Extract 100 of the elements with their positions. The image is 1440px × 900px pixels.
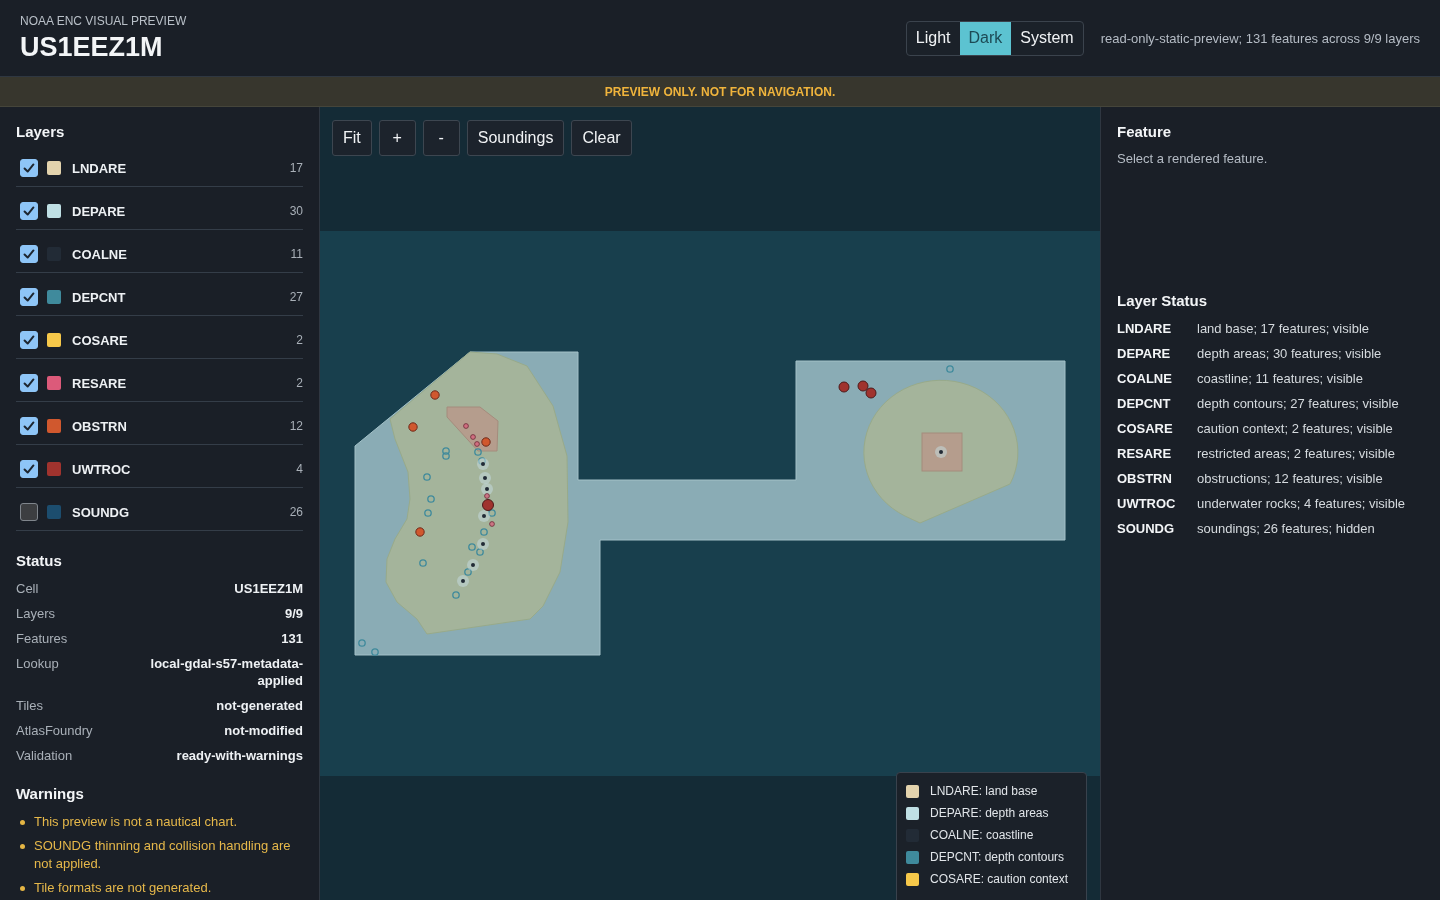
legend-label: DEPCNT: depth contours: [930, 850, 1065, 864]
rock-dot-icon[interactable]: [857, 380, 869, 392]
layer-code: LNDARE: [1117, 320, 1173, 338]
zoom-in-button[interactable]: +: [378, 120, 416, 156]
status-value: 131: [281, 630, 303, 647]
layer-checkbox[interactable]: [20, 245, 38, 263]
obstruction-dot-icon[interactable]: [430, 390, 440, 400]
layer-count: 11: [290, 247, 303, 261]
layer-count: 17: [289, 161, 303, 175]
layer-count: 30: [289, 204, 303, 218]
layer-checkbox[interactable]: [20, 460, 38, 478]
halo-dot-icon[interactable]: [481, 483, 493, 495]
layer-code: UWTROC: [1117, 495, 1177, 513]
status-label: Cell: [16, 580, 39, 597]
point-icon[interactable]: [474, 441, 480, 447]
layer-status-text: coastline; 11 features; visible: [1197, 370, 1363, 388]
layer-code: RESARE: [1117, 445, 1173, 463]
theme-tab[interactable]: Dark: [959, 21, 1012, 55]
status-value: not-generated: [216, 697, 303, 714]
zoom-out-button[interactable]: -: [422, 120, 460, 156]
fit-button[interactable]: Fit: [332, 120, 372, 156]
clear-button[interactable]: Clear: [571, 120, 632, 156]
feature-hint: Select a rendered feature.: [1117, 150, 1269, 167]
layer-name: DEPARE: [72, 203, 126, 219]
warning-text: This preview is not a nautical chart.: [34, 813, 238, 831]
layer-status-text: land base; 17 features; visible: [1197, 320, 1369, 338]
layer-checkbox[interactable]: [20, 288, 38, 306]
point-icon[interactable]: [463, 423, 469, 429]
bullet-icon: [20, 820, 25, 825]
point-icon[interactable]: [489, 521, 495, 527]
status-label: Validation: [16, 747, 73, 764]
status-value: local-gdal-s57-metadata-applied: [149, 655, 303, 689]
panel-heading: Feature: [1117, 123, 1173, 141]
ring-icon[interactable]: [488, 509, 496, 517]
legend-label: DEPARE: depth areas: [930, 806, 1049, 820]
layer-name: LNDARE: [72, 160, 127, 176]
point-icon[interactable]: [470, 434, 476, 440]
halo-dot-icon[interactable]: [479, 472, 491, 484]
panel-heading: Warnings: [16, 785, 85, 803]
legend-label: COALNE: coastline: [930, 828, 1034, 842]
theme-tab[interactable]: Light: [906, 21, 960, 55]
layer-count: 27: [289, 290, 303, 304]
warning-text: SOUNDG thinning and collision handling are not applied.: [34, 837, 292, 873]
legend-label: COSARE: caution context: [930, 872, 1069, 886]
rock-dot-icon[interactable]: [838, 381, 850, 393]
layer-code: DEPARE: [1117, 345, 1172, 363]
preview-summary: read-only-static-preview; 131 features across 9/9 layers: [1100, 30, 1420, 46]
obstruction-dot-icon[interactable]: [481, 437, 491, 447]
layer-status-text: depth areas; 30 features; visible: [1197, 345, 1382, 363]
status-value: US1EEZ1M: [234, 580, 303, 597]
soundings-button[interactable]: Soundings: [466, 120, 565, 156]
theme-tab[interactable]: System: [1011, 21, 1083, 55]
layer-status-text: depth contours; 27 features; visible: [1197, 395, 1399, 413]
panel-heading: Layer Status: [1117, 292, 1209, 310]
restricted-area[interactable]: [446, 406, 499, 452]
rock-dot-icon[interactable]: [865, 387, 877, 399]
layer-status-text: soundings; 26 features; hidden: [1197, 520, 1375, 538]
preview-banner: PREVIEW ONLY. NOT FOR NAVIGATION.: [0, 77, 1440, 107]
layer-code: OBSTRN: [1117, 470, 1173, 488]
layer-status-text: restricted areas; 2 features; visible: [1197, 445, 1395, 463]
legend-label: LNDARE: land base: [930, 784, 1038, 798]
status-label: Tiles: [16, 697, 43, 714]
layer-status-text: caution context; 2 features; visible: [1197, 420, 1393, 438]
layer-count: 4: [296, 462, 303, 476]
bullet-icon: [20, 886, 25, 891]
layer-name: OBSTRN: [72, 418, 127, 434]
status-label: Features: [16, 630, 68, 647]
layer-checkbox[interactable]: [20, 503, 38, 521]
layer-checkbox[interactable]: [20, 417, 38, 435]
layer-count: 2: [296, 333, 303, 347]
layer-name: SOUNDG: [72, 504, 130, 520]
status-label: Layers: [16, 605, 56, 622]
layer-count: 26: [289, 505, 303, 519]
point-icon[interactable]: [484, 493, 490, 499]
halo-dot-icon[interactable]: [935, 446, 947, 458]
status-value: ready-with-warnings: [176, 747, 303, 764]
layer-checkbox[interactable]: [20, 331, 38, 349]
layer-checkbox[interactable]: [20, 374, 38, 392]
layer-code: COALNE: [1117, 370, 1173, 388]
halo-dot-icon[interactable]: [478, 510, 490, 522]
layer-status-text: obstructions; 12 features; visible: [1197, 470, 1383, 488]
halo-dot-icon[interactable]: [457, 575, 469, 587]
status-label: AtlasFoundry: [16, 722, 93, 739]
layer-code: DEPCNT: [1117, 395, 1172, 413]
obstruction-dot-icon[interactable]: [415, 527, 425, 537]
warning-text: Tile formats are not generated.: [34, 879, 212, 897]
layer-code: COSARE: [1117, 420, 1174, 438]
obstruction-dot-icon[interactable]: [408, 422, 418, 432]
layer-checkbox[interactable]: [20, 202, 38, 220]
land-area[interactable]: [385, 351, 569, 635]
halo-dot-icon[interactable]: [477, 458, 489, 470]
halo-dot-icon[interactable]: [477, 538, 489, 550]
status-value: not-modified: [224, 722, 303, 739]
layer-status-text: underwater rocks; 4 features; visible: [1197, 495, 1406, 513]
halo-dot-icon[interactable]: [467, 559, 479, 571]
panel-heading: Status: [16, 552, 63, 570]
rock-dot-icon[interactable]: [482, 499, 494, 511]
layer-name: COSARE: [72, 332, 128, 348]
layer-checkbox[interactable]: [20, 159, 38, 177]
layer-name: COALNE: [72, 246, 127, 262]
